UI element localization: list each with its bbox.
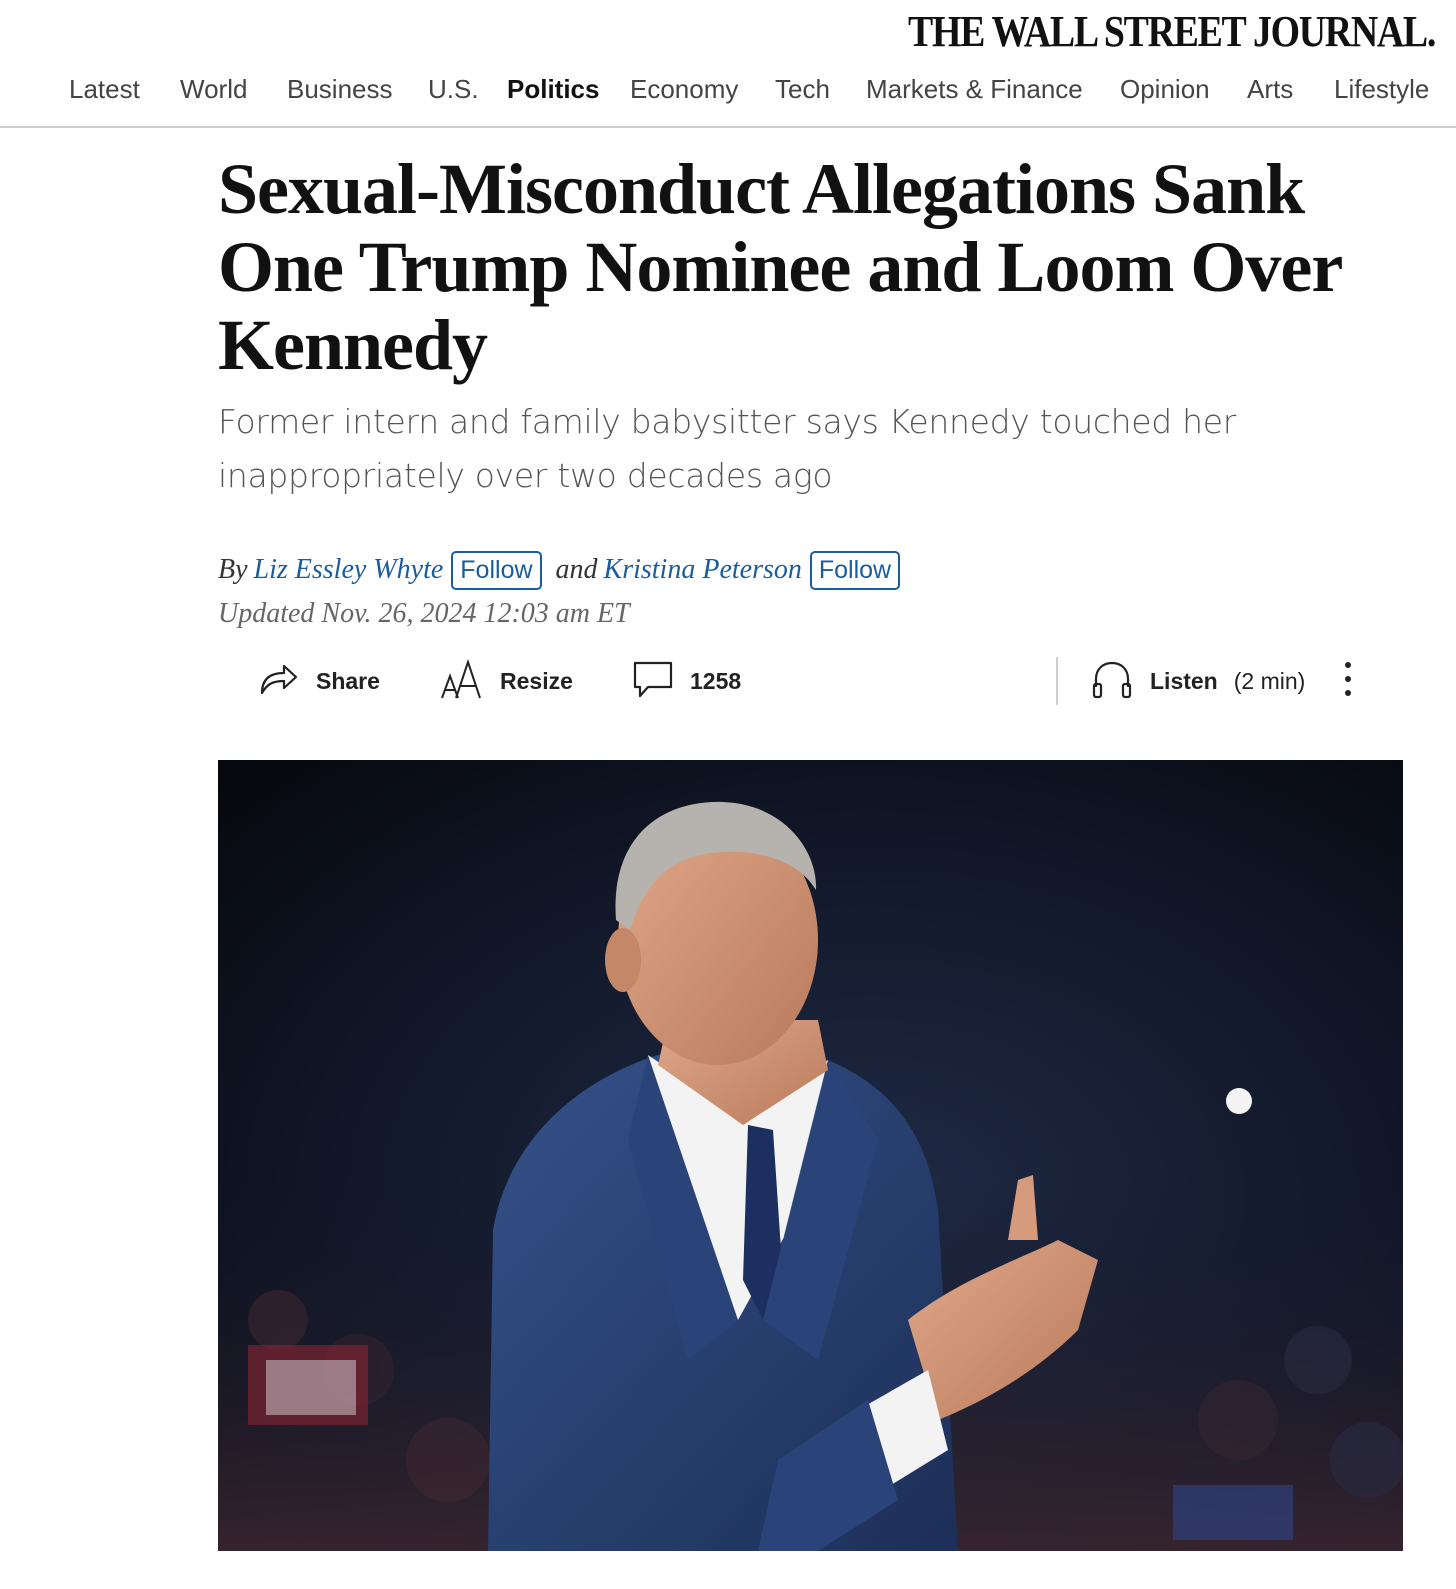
byline-by: By xyxy=(218,554,248,585)
nav-item-economy[interactable]: Economy xyxy=(630,74,738,105)
resize-button[interactable]: Resize xyxy=(440,655,573,707)
article-headline: Sexual-Misconduct Allegations Sank One T… xyxy=(218,149,1342,385)
listen-label: Listen xyxy=(1150,667,1218,694)
toolbar-divider xyxy=(1056,657,1058,705)
article-toolbar: Share Resize 1258 Listen (2 min) xyxy=(218,655,1378,711)
comments-button[interactable]: 1258 xyxy=(632,655,741,707)
hero-photo-illustration xyxy=(218,760,1403,1551)
share-arrow-icon xyxy=(258,659,300,704)
speech-bubble-icon xyxy=(632,659,674,704)
nav-item-politics[interactable]: Politics xyxy=(507,74,599,105)
headphones-icon xyxy=(1090,657,1134,706)
byline-and: and xyxy=(555,554,598,585)
nav-item-opinion[interactable]: Opinion xyxy=(1120,74,1210,105)
section-nav: Latest World Business U.S. Politics Econ… xyxy=(0,64,1456,128)
follow-button-1[interactable]: Follow xyxy=(451,550,542,590)
nav-item-markets-finance[interactable]: Markets & Finance xyxy=(866,74,1083,105)
nav-item-business[interactable]: Business xyxy=(287,74,393,105)
more-options-button[interactable] xyxy=(1342,655,1354,707)
comments-count: 1258 xyxy=(690,667,742,694)
masthead: THE WALL STREET JOURNAL. xyxy=(0,0,1456,60)
nav-item-tech[interactable]: Tech xyxy=(775,74,830,105)
follow-button-2[interactable]: Follow xyxy=(809,550,901,590)
article-dek: Former intern and family babysitter says… xyxy=(218,402,1237,495)
nav-item-world[interactable]: World xyxy=(180,74,247,105)
nav-item-arts[interactable]: Arts xyxy=(1247,74,1293,105)
listen-button[interactable]: Listen (2 min) xyxy=(1090,655,1305,707)
author-link-1[interactable]: Liz Essley Whyte xyxy=(254,554,444,586)
nav-item-us[interactable]: U.S. xyxy=(428,74,479,105)
byline: By Liz Essley Whyte Follow and Kristina … xyxy=(218,550,901,590)
listen-duration: (2 min) xyxy=(1233,667,1306,694)
vertical-ellipsis-icon xyxy=(1342,657,1354,706)
share-button[interactable]: Share xyxy=(258,655,380,707)
author-link-2[interactable]: Kristina Peterson xyxy=(604,554,802,586)
wsj-logo[interactable]: THE WALL STREET JOURNAL. xyxy=(908,6,1436,57)
article-hero-photo xyxy=(218,760,1403,1551)
resize-label: Resize xyxy=(500,667,573,694)
share-label: Share xyxy=(316,667,380,694)
nav-item-lifestyle[interactable]: Lifestyle xyxy=(1334,74,1429,105)
updated-timestamp: Updated Nov. 26, 2024 12:03 am ET xyxy=(218,598,630,629)
nav-item-latest[interactable]: Latest xyxy=(69,74,140,105)
text-resize-icon xyxy=(440,658,484,705)
